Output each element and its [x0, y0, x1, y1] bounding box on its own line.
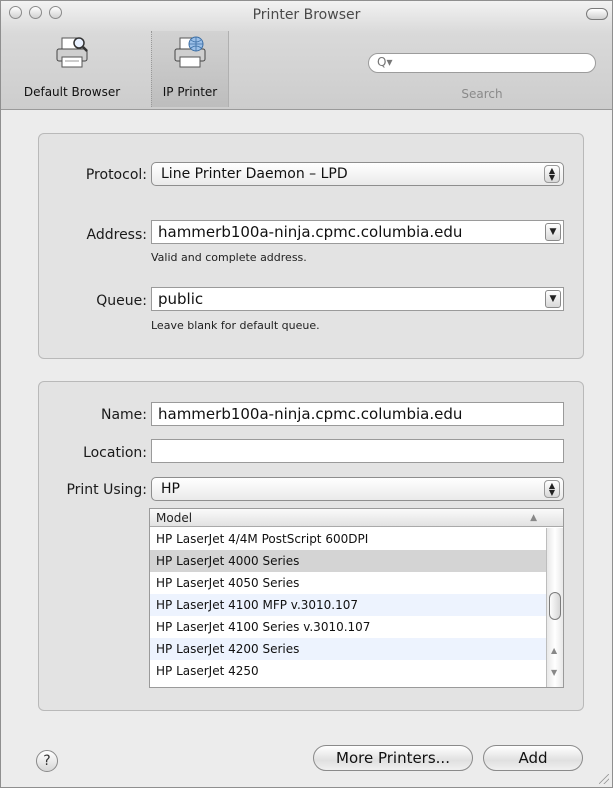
scroll-down-arrow-icon[interactable]: ▼	[551, 668, 557, 677]
toolbar-default-browser[interactable]: Default Browser	[1, 31, 143, 107]
address-combo[interactable]: hammerb100a-ninja.cpmc.columbia.edu ▼	[151, 220, 564, 244]
window-title: Printer Browser	[252, 7, 361, 23]
chevron-down-icon[interactable]: ▼	[545, 223, 561, 241]
model-row[interactable]: HP LaserJet 4200 Series	[150, 638, 546, 660]
name-label: Name:	[100, 407, 147, 423]
sort-ascending-icon: ▲	[530, 513, 537, 523]
model-row[interactable]: HP LaserJet 4/4M PostScript 600DPI	[150, 528, 546, 550]
updown-arrows-icon: ▲ ▼	[544, 165, 560, 183]
search-icon: Q▾	[377, 55, 393, 69]
protocol-value: Line Printer Daemon – LPD	[161, 166, 348, 182]
location-label: Location:	[83, 445, 147, 461]
location-field[interactable]	[151, 439, 564, 463]
toolbar-item-label: Default Browser	[23, 85, 121, 99]
model-row[interactable]: HP LaserJet 4100 Series v.3010.107	[150, 616, 546, 638]
updown-arrows-icon: ▲ ▼	[544, 480, 560, 498]
model-list[interactable]: Model ▲ HP LaserJet 4/4M PostScript 600D…	[149, 508, 564, 688]
protocol-popup[interactable]: Line Printer Daemon – LPD ▲ ▼	[151, 162, 564, 186]
model-row[interactable]: HP LaserJet 4100 MFP v.3010.107	[150, 594, 546, 616]
queue-label: Queue:	[96, 293, 147, 309]
queue-hint: Leave blank for default queue.	[151, 319, 320, 332]
model-list-scrollbar[interactable]: ▲ ▼	[546, 528, 563, 687]
print-using-popup[interactable]: HP ▲ ▼	[151, 477, 564, 501]
printer-globe-icon	[174, 36, 206, 68]
queue-value: public	[158, 290, 204, 308]
model-row[interactable]: HP LaserJet 4250	[150, 660, 546, 682]
more-printers-button[interactable]: More Printers...	[313, 745, 473, 771]
protocol-label: Protocol:	[85, 167, 147, 183]
printer-magnifier-icon	[56, 37, 88, 68]
address-label: Address:	[86, 227, 147, 243]
add-button[interactable]: Add	[483, 745, 583, 771]
toolbar-ip-printer[interactable]: IP Printer	[151, 31, 229, 107]
print-using-label: Print Using:	[66, 482, 147, 498]
printer-browser-window: Printer Browser Default Browser IP Print…	[0, 0, 613, 788]
title-bar: Printer Browser Default Browser IP Print…	[1, 1, 612, 110]
model-row-selected[interactable]: HP LaserJet 4000 Series	[150, 550, 546, 572]
toolbar-toggle-button[interactable]	[586, 8, 608, 20]
print-using-value: HP	[161, 481, 180, 497]
chevron-down-icon[interactable]: ▼	[545, 290, 561, 308]
model-header-label: Model	[156, 511, 193, 525]
queue-combo[interactable]: public ▼	[151, 287, 564, 311]
resize-grip-icon[interactable]	[599, 774, 609, 784]
help-button[interactable]: ?	[36, 750, 58, 772]
scrollbar-thumb[interactable]	[549, 592, 561, 620]
toolbar-item-label: IP Printer	[162, 85, 218, 99]
name-value: hammerb100a-ninja.cpmc.columbia.edu	[158, 405, 463, 423]
model-column-header[interactable]: Model ▲	[150, 509, 563, 527]
name-field[interactable]: hammerb100a-ninja.cpmc.columbia.edu	[151, 402, 564, 426]
address-hint: Valid and complete address.	[151, 251, 307, 264]
search-field[interactable]: Q▾	[368, 53, 596, 73]
search-label: Search	[461, 87, 503, 101]
address-value: hammerb100a-ninja.cpmc.columbia.edu	[158, 223, 463, 241]
scroll-up-arrow-icon[interactable]: ▲	[551, 646, 557, 655]
model-row[interactable]: HP LaserJet 4050 Series	[150, 572, 546, 594]
